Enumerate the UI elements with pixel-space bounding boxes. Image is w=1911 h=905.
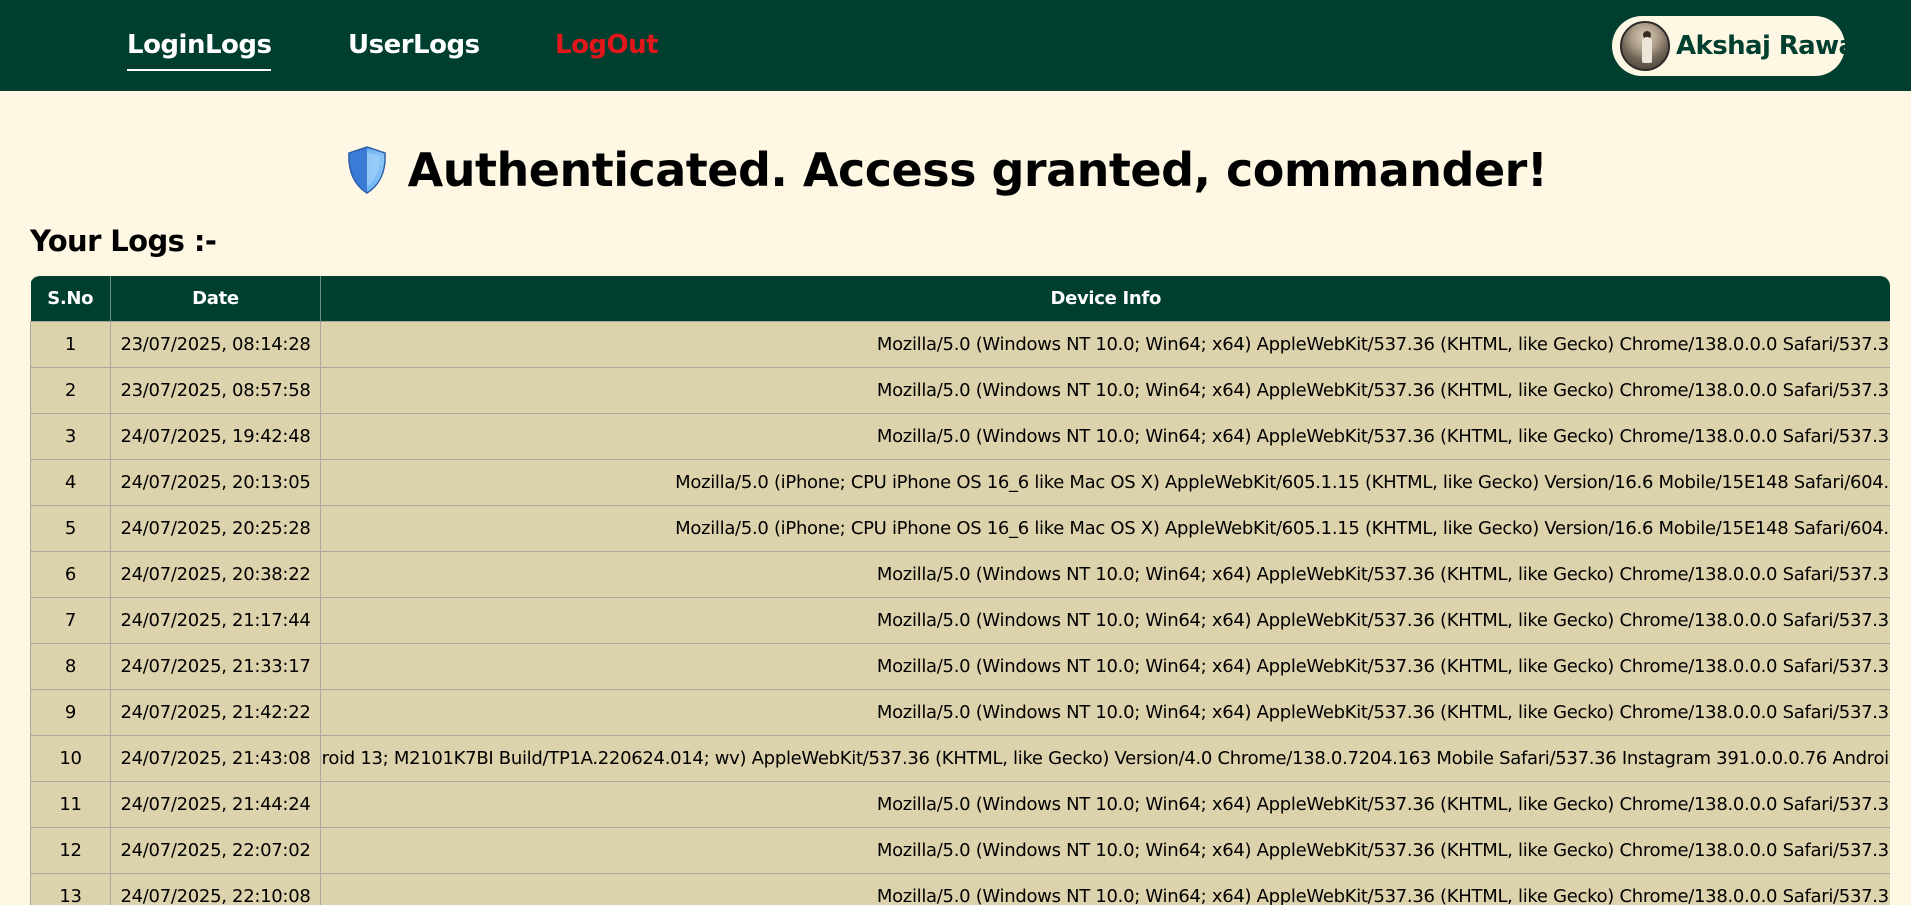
table-row: 13 24/07/2025, 22:10:08 Mozilla/5.0 (Windo… <box>30 872 1890 905</box>
cell-date: 24/07/2025, 22:07:02 <box>110 826 321 874</box>
cell-date: 23/07/2025, 08:57:58 <box>110 366 321 414</box>
device-info-text: Mozilla/5.0 (Windows NT 10.0; Win64; x64… <box>876 839 1890 861</box>
hero-title: Authenticated. Access granted, commander… <box>407 143 1548 197</box>
cell-date: 23/07/2025, 08:14:28 <box>110 320 321 368</box>
logs-table-container[interactable]: S.No Date Device Info 1 23/07/2025, 08:14… <box>30 276 1890 905</box>
top-navbar: LoginLogs UserLogs LogOut Akshaj Rawat <box>0 0 1911 91</box>
cell-device-info: Mozilla/5.0 (iPhone; CPU iPhone OS 16_6 … <box>320 458 1890 506</box>
cell-date: 24/07/2025, 19:42:48 <box>110 412 321 460</box>
cell-device-info: Mozilla/5.0 (Windows NT 10.0; Win64; x64… <box>320 366 1890 414</box>
user-profile-pill[interactable]: Akshaj Rawat <box>1612 16 1868 76</box>
device-info-text: Mozilla/5.0 (Windows NT 10.0; Win64; x64… <box>876 563 1890 585</box>
logs-section-title: Your Logs :- <box>30 224 217 258</box>
cell-sno: 10 <box>30 734 111 782</box>
user-name: Akshaj Rawat <box>1676 31 1868 61</box>
logs-table: S.No Date Device Info 1 23/07/2025, 08:14… <box>30 276 1890 905</box>
column-header-sno: S.No <box>30 276 111 321</box>
device-info-text: Mozilla/5.0 (iPhone; CPU iPhone OS 16_6 … <box>675 517 1890 539</box>
device-info-text: Mozilla/5.0 (Windows NT 10.0; Win64; x64… <box>876 333 1890 355</box>
avatar <box>1620 21 1670 71</box>
cell-sno: 3 <box>30 412 111 460</box>
cell-device-info: Mozilla/5.0 (Windows NT 10.0; Win64; x64… <box>320 550 1890 598</box>
table-row: 6 24/07/2025, 20:38:22 Mozilla/5.0 (Window… <box>30 550 1890 598</box>
cell-sno: 13 <box>30 872 111 905</box>
cell-date: 24/07/2025, 21:44:24 <box>110 780 321 828</box>
cell-date: 24/07/2025, 21:33:17 <box>110 642 321 690</box>
cell-sno: 7 <box>30 596 111 644</box>
cell-device-info: Mozilla/5.0 (iPhone; CPU iPhone OS 16_6 … <box>320 504 1890 552</box>
cell-date: 24/07/2025, 20:13:05 <box>110 458 321 506</box>
cell-device-info: Mozilla/5.0 (Windows NT 10.0; Win64; x64… <box>320 642 1890 690</box>
cell-device-info: Mozilla/5.0 (Windows NT 10.0; Win64; x64… <box>320 596 1890 644</box>
cell-date: 24/07/2025, 22:10:08 <box>110 872 321 905</box>
nav-link-userlogs[interactable]: UserLogs <box>348 30 480 60</box>
cell-device-info: Mozilla/5.0 (Windows NT 10.0; Win64; x64… <box>320 412 1890 460</box>
cell-date: 24/07/2025, 21:43:08 <box>110 734 321 782</box>
device-info-text: Mozilla/5.0 (Linux; Android 13; M2101K7B… <box>321 747 1890 769</box>
device-info-text: Mozilla/5.0 (Windows NT 10.0; Win64; x64… <box>876 425 1890 447</box>
cell-device-info: Mozilla/5.0 (Windows NT 10.0; Win64; x64… <box>320 688 1890 736</box>
cell-sno: 5 <box>30 504 111 552</box>
column-header-device-info: Device Info <box>320 276 1890 321</box>
table-row: 3 24/07/2025, 19:42:48 Mozilla/5.0 (Window… <box>30 412 1890 460</box>
nav-link-loginlogs[interactable]: LoginLogs <box>127 30 272 71</box>
device-info-text: Mozilla/5.0 (Windows NT 10.0; Win64; x64… <box>876 885 1890 905</box>
device-info-text: Mozilla/5.0 (Windows NT 10.0; Win64; x64… <box>876 701 1890 723</box>
cell-date: 24/07/2025, 21:17:44 <box>110 596 321 644</box>
device-info-text: Mozilla/5.0 (Windows NT 10.0; Win64; x64… <box>876 379 1890 401</box>
table-row: 1024/07/2025, 21:43:08Mozilla/5.0 (Linux… <box>30 734 1890 782</box>
cell-sno: 2 <box>30 366 111 414</box>
cell-device-info: Mozilla/5.0 (Windows NT 10.0; Win64; x64… <box>320 826 1890 874</box>
device-info-text: Mozilla/5.0 (Windows NT 10.0; Win64; x64… <box>876 609 1890 631</box>
device-info-text: Mozilla/5.0 (Windows NT 10.0; Win64; x64… <box>876 655 1890 677</box>
device-info-text: Mozilla/5.0 (Windows NT 10.0; Win64; x64… <box>876 793 1890 815</box>
cell-sno: 1 <box>30 320 111 368</box>
cell-date: 24/07/2025, 21:42:22 <box>110 688 321 736</box>
table-row: 5 24/07/2025, 20:25:28 Mozilla/5.0 (iPhone… <box>30 504 1890 552</box>
nav-link-logout[interactable]: LogOut <box>555 30 659 60</box>
cell-device-info: Mozilla/5.0 (Windows NT 10.0; Win64; x64… <box>320 780 1890 828</box>
table-row: 8 24/07/2025, 21:33:17 Mozilla/5.0 (Window… <box>30 642 1890 690</box>
cell-date: 24/07/2025, 20:25:28 <box>110 504 321 552</box>
cell-sno: 9 <box>30 688 111 736</box>
cell-device-info: Mozilla/5.0 (Windows NT 10.0; Win64; x64… <box>320 872 1890 905</box>
table-header-row: S.No Date Device Info <box>30 276 1890 321</box>
cell-device-info: Mozilla/5.0 (Linux; Android 13; M2101K7B… <box>320 734 1890 782</box>
cell-sno: 4 <box>30 458 111 506</box>
table-row: 7 24/07/2025, 21:17:44 Mozilla/5.0 (Window… <box>30 596 1890 644</box>
cell-sno: 12 <box>30 826 111 874</box>
table-row: 9 24/07/2025, 21:42:22 Mozilla/5.0 (Window… <box>30 688 1890 736</box>
table-row: 2 23/07/2025, 08:57:58 Mozilla/5.0 (Window… <box>30 366 1890 414</box>
table-row: 12 24/07/2025, 22:07:02 Mozilla/5.0 (Windo… <box>30 826 1890 874</box>
table-row: 4 24/07/2025, 20:13:05 Mozilla/5.0 (iPhone… <box>30 458 1890 506</box>
hero-banner: Authenticated. Access granted, commander… <box>0 138 1911 202</box>
shield-icon <box>347 146 386 194</box>
column-header-date: Date <box>110 276 321 321</box>
cell-sno: 8 <box>30 642 111 690</box>
cell-sno: 11 <box>30 780 111 828</box>
cell-sno: 6 <box>30 550 111 598</box>
device-info-text: Mozilla/5.0 (iPhone; CPU iPhone OS 16_6 … <box>675 471 1890 493</box>
table-row: 1 23/07/2025, 08:14:28 Mozilla/5.0 (Window… <box>30 320 1890 368</box>
table-row: 11 24/07/2025, 21:44:24 Mozilla/5.0 (Windo… <box>30 780 1890 828</box>
cell-device-info: Mozilla/5.0 (Windows NT 10.0; Win64; x64… <box>320 320 1890 368</box>
cell-date: 24/07/2025, 20:38:22 <box>110 550 321 598</box>
